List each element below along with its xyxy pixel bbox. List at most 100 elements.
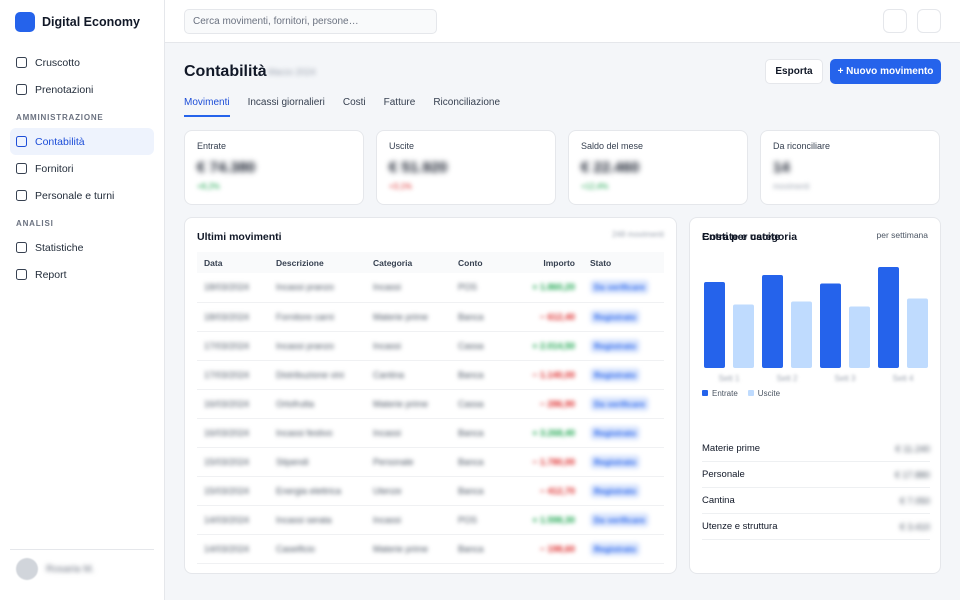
x-tick-label: Sett 4 — [893, 374, 914, 383]
tab-incassi-giornalieri[interactable]: Incassi giornalieri — [248, 95, 325, 117]
description-cell: Incassi pranzo — [269, 331, 366, 361]
account-cell: Cassa — [451, 331, 511, 361]
bar-entrate-4[interactable] — [878, 267, 899, 368]
date-cell: 15/03/2024 — [197, 476, 269, 506]
account-cell: Banca — [451, 302, 511, 332]
user-profile[interactable]: Rosaria M. — [10, 549, 154, 580]
amount-cell: + 3.268,40 — [511, 418, 583, 448]
status-badge: Registrato — [590, 338, 641, 353]
tab-riconciliazione[interactable]: Riconciliazione — [433, 95, 500, 117]
description-cell: Energia elettrica — [269, 476, 366, 506]
sidebar-item-statistiche[interactable]: Statistiche — [10, 234, 154, 261]
settings-button[interactable] — [917, 9, 941, 33]
user-name: Rosaria M. — [46, 563, 95, 575]
table-row[interactable]: 18/03/2024 Incassi pranzo Incassi POS + 1.86… — [197, 273, 664, 303]
status-cell: Registrato — [583, 534, 664, 564]
account-cell: Cassa — [451, 389, 511, 419]
column-header-conto[interactable]: Conto — [451, 252, 511, 273]
page-title: Contabilità — [184, 63, 267, 80]
report-icon — [16, 269, 27, 280]
sidebar-item-contabilita[interactable]: Contabilità — [10, 128, 154, 155]
account-cell: Banca — [451, 476, 511, 506]
date-cell: 16/03/2024 — [197, 418, 269, 448]
stat-value: € 51.920 — [389, 159, 448, 176]
sidebar: Digital Economy Cruscotto Prenotazioni A… — [0, 0, 165, 600]
sidebar-item-prenotazioni[interactable]: Prenotazioni — [10, 76, 154, 103]
sidebar-item-label: Personale e turni — [35, 189, 115, 202]
sidebar-item-personale[interactable]: Personale e turni — [10, 182, 154, 209]
legend-item-entrate: Entrate — [702, 389, 738, 398]
table-row[interactable]: 14/03/2024 Caseificio Materie prime Banca − … — [197, 534, 664, 564]
sidebar-item-fornitori[interactable]: Fornitori — [10, 155, 154, 182]
table-row[interactable]: 16/03/2024 Ortofrutta Materie prime Cassa − … — [197, 389, 664, 419]
stat-label: Saldo del mese — [581, 141, 644, 151]
bar-entrate-2[interactable] — [762, 275, 783, 368]
avatar — [16, 558, 38, 580]
date-cell: 14/03/2024 — [197, 505, 269, 535]
chart-legend: Entrate Uscite — [702, 389, 780, 398]
export-button[interactable]: Esporta — [765, 59, 823, 84]
income-expense-chart: Sett 1 Sett 2 Sett 3 Sett 4 — [704, 267, 928, 383]
bar-uscite-1[interactable] — [733, 304, 754, 369]
description-cell: Incassi festivo — [269, 418, 366, 448]
amount-cell: − 412,70 — [511, 476, 583, 506]
stat-card-da-riconciliare: Da riconciliare 14 movimenti — [760, 130, 940, 205]
table-row[interactable]: 16/03/2024 Incassi festivo Incassi Banca + 3… — [197, 418, 664, 448]
category-cell: Materie prime — [366, 389, 451, 419]
sidebar-item-report[interactable]: Report — [10, 261, 154, 288]
bar-uscite-3[interactable] — [849, 306, 870, 369]
notifications-button[interactable] — [883, 9, 907, 33]
stat-card-saldo: Saldo del mese € 22.460 +12,4% — [568, 130, 748, 205]
sidebar-item-label: Prenotazioni — [35, 83, 94, 96]
amount-cell: − 198,60 — [511, 534, 583, 564]
column-header-data[interactable]: Data — [197, 252, 269, 273]
status-cell: Da verificare — [583, 273, 664, 303]
cost-label: Utenze e struttura — [702, 521, 778, 532]
account-cell: POS — [451, 273, 511, 303]
table-row[interactable]: 17/03/2024 Incassi pranzo Incassi Cassa + 2.… — [197, 331, 664, 361]
table-row[interactable]: 14/03/2024 Incassi serata Incassi POS + 1.59… — [197, 505, 664, 535]
tab-movimenti[interactable]: Movimenti — [184, 95, 230, 117]
category-cell: Personale — [366, 447, 451, 477]
column-header-categoria[interactable]: Categoria — [366, 252, 451, 273]
supplier-icon — [16, 163, 27, 174]
movements-table: Data Descrizione Categoria Conto Importo… — [197, 252, 664, 564]
status-badge: Registrato — [590, 309, 641, 324]
tabs: Movimenti Incassi giornalieri Costi Fatt… — [184, 95, 518, 117]
bar-uscite-4[interactable] — [907, 298, 928, 369]
chart-period-select[interactable]: per settimana — [877, 230, 929, 240]
staff-icon — [16, 190, 27, 201]
bar-entrate-3[interactable] — [820, 283, 841, 369]
table-row[interactable]: 15/03/2024 Stipendi Personale Banca − 1.780,… — [197, 447, 664, 477]
tab-costi[interactable]: Costi — [343, 95, 366, 117]
date-cell: 14/03/2024 — [197, 534, 269, 564]
column-header-descrizione[interactable]: Descrizione — [269, 252, 366, 273]
brand[interactable]: Digital Economy — [0, 0, 164, 43]
status-cell: Registrato — [583, 447, 664, 477]
legend-label: Entrate — [712, 389, 738, 398]
brand-logo-icon — [15, 11, 35, 32]
sidebar-item-cruscotto[interactable]: Cruscotto — [10, 49, 154, 76]
table-row[interactable]: 18/03/2024 Fornitore carni Materie prime Ba… — [197, 302, 664, 332]
status-badge: Registrato — [590, 483, 641, 498]
column-header-importo[interactable]: Importo — [511, 252, 583, 273]
stat-label: Entrate — [197, 141, 227, 151]
cost-row: Materie prime € 11.240 — [702, 436, 930, 462]
bar-entrate-1[interactable] — [704, 282, 725, 368]
bar-uscite-2[interactable] — [791, 301, 812, 369]
stat-delta: +8,2% — [197, 182, 220, 191]
amount-cell: − 1.140,00 — [511, 360, 583, 390]
table-row[interactable]: 17/03/2024 Distribuzione vini Cantina Banca… — [197, 360, 664, 390]
amount-cell: + 1.860,20 — [511, 273, 583, 303]
table-header-row: Data Descrizione Categoria Conto Importo… — [197, 252, 664, 273]
status-cell: Registrato — [583, 476, 664, 506]
cost-value: € 17.880 — [894, 469, 930, 480]
new-movement-button[interactable]: + Nuovo movimento — [830, 59, 941, 84]
description-cell: Caseificio — [269, 534, 366, 564]
cost-label: Personale — [702, 469, 745, 480]
status-cell: Da verificare — [583, 389, 664, 419]
tab-fatture[interactable]: Fatture — [384, 95, 416, 117]
column-header-stato[interactable]: Stato — [583, 252, 664, 273]
search-input[interactable] — [184, 9, 437, 34]
table-row[interactable]: 15/03/2024 Energia elettrica Utenze Banca − … — [197, 476, 664, 506]
